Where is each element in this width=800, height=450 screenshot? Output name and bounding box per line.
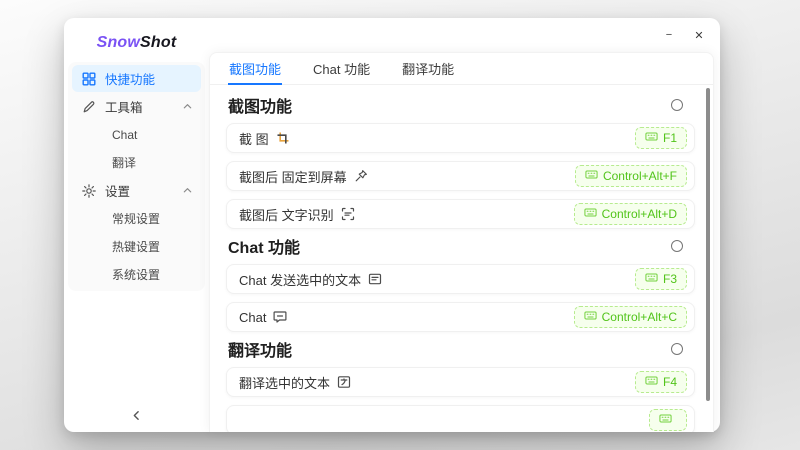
- pin-icon: [354, 169, 368, 183]
- chevron-up-icon: [182, 185, 193, 196]
- hotkey-badge[interactable]: [649, 409, 687, 431]
- keyboard-icon: [645, 374, 658, 390]
- main-panel: 截图功能 Chat 功能 翻译功能 截图功能 截 图 F1 截图后 固定到屏幕: [209, 52, 714, 432]
- sidebar-item-label: 快捷功能: [105, 69, 155, 88]
- tab-bar: 截图功能 Chat 功能 翻译功能: [210, 53, 713, 85]
- grid-icon: [82, 72, 96, 86]
- sidebar-item-system-settings[interactable]: 系统设置: [72, 261, 201, 288]
- sidebar-item-label: 工具箱: [105, 97, 143, 116]
- screenshot-crop-icon: [276, 131, 290, 145]
- sidebar-item-shortcuts[interactable]: 快捷功能: [72, 65, 201, 92]
- tab-screenshot[interactable]: 截图功能: [228, 59, 282, 85]
- message-text-icon: [368, 272, 382, 286]
- keyboard-icon: [645, 271, 658, 287]
- hotkey-row-screenshot[interactable]: 截 图 F1: [226, 123, 695, 153]
- tab-translate[interactable]: 翻译功能: [401, 59, 455, 85]
- hotkey-row-label: 翻译选中的文本: [239, 373, 330, 392]
- hotkey-row-label: 截 图: [239, 129, 269, 148]
- hotkey-text: F4: [663, 375, 677, 389]
- close-button[interactable]: ✕: [688, 25, 710, 45]
- sidebar: SnowShot 快捷功能 工具箱 Chat 翻译 设置: [64, 18, 209, 432]
- hotkey-row-translate-selected[interactable]: 翻译选中的文本 F4: [226, 367, 695, 397]
- hotkey-row-label: 截图后 文字识别: [239, 205, 334, 224]
- hotkey-row-fix-to-screen[interactable]: 截图后 固定到屏幕 Control+Alt+F: [226, 161, 695, 191]
- sidebar-item-label: Chat: [112, 128, 137, 142]
- hotkey-row-label: Chat 发送选中的文本: [239, 270, 361, 289]
- gear-icon: [82, 184, 96, 198]
- pen-icon: [82, 100, 96, 114]
- keyboard-icon: [585, 168, 598, 184]
- sidebar-item-label: 常规设置: [112, 210, 160, 227]
- section-title: 翻译功能: [228, 337, 292, 361]
- tab-chat[interactable]: Chat 功能: [312, 59, 371, 85]
- hotkey-row-label: 截图后 固定到屏幕: [239, 167, 347, 186]
- hotkey-row-label: Chat: [239, 310, 266, 325]
- sidebar-item-settings[interactable]: 设置: [72, 177, 201, 204]
- hotkey-row-partial[interactable]: [226, 405, 695, 432]
- hotkey-text: F3: [663, 272, 677, 286]
- keyboard-icon: [659, 412, 672, 428]
- hotkey-badge[interactable]: Control+Alt+C: [574, 306, 687, 328]
- sidebar-item-chat[interactable]: Chat: [72, 121, 201, 148]
- keyboard-icon: [584, 309, 597, 325]
- section-help-icon[interactable]: [671, 240, 683, 252]
- chat-bubble-icon: [273, 310, 287, 324]
- sidebar-menu: 快捷功能 工具箱 Chat 翻译 设置 常规设置 热键设置: [68, 62, 205, 291]
- section-header-chat: Chat 功能: [228, 237, 683, 255]
- hotkey-text: F1: [663, 131, 677, 145]
- titlebar-controls: − ✕: [658, 25, 710, 45]
- hotkey-text: Control+Alt+D: [602, 207, 677, 221]
- hotkey-badge[interactable]: F1: [635, 127, 687, 149]
- sidebar-collapse-button[interactable]: [64, 409, 209, 422]
- sidebar-item-label: 热键设置: [112, 238, 160, 255]
- logo-text-shot: Shot: [140, 34, 176, 51]
- hotkey-text: Control+Alt+C: [602, 310, 677, 324]
- hotkey-content: 截图功能 截 图 F1 截图后 固定到屏幕 Control+Alt+F: [210, 96, 713, 432]
- keyboard-icon: [584, 206, 597, 222]
- section-title: 截图功能: [228, 93, 292, 117]
- hotkey-row-ocr[interactable]: 截图后 文字识别 Control+Alt+D: [226, 199, 695, 229]
- vertical-scrollbar[interactable]: [706, 88, 710, 401]
- sidebar-item-label: 设置: [105, 181, 130, 200]
- section-title: Chat 功能: [228, 234, 300, 258]
- hotkey-badge[interactable]: Control+Alt+D: [574, 203, 687, 225]
- hotkey-row-chat-send-selected[interactable]: Chat 发送选中的文本 F3: [226, 264, 695, 294]
- section-header-translate: 翻译功能: [228, 340, 683, 358]
- hotkey-row-chat[interactable]: Chat Control+Alt+C: [226, 302, 695, 332]
- hotkey-badge[interactable]: F4: [635, 371, 687, 393]
- translate-icon: [337, 375, 351, 389]
- logo-text-snow: Snow: [97, 34, 140, 51]
- sidebar-item-general-settings[interactable]: 常规设置: [72, 205, 201, 232]
- sidebar-item-translate[interactable]: 翻译: [72, 149, 201, 176]
- section-header-screenshot: 截图功能: [228, 96, 683, 114]
- sidebar-item-label: 翻译: [112, 154, 136, 171]
- hotkey-badge[interactable]: F3: [635, 268, 687, 290]
- app-window: − ✕ SnowShot 快捷功能 工具箱 Chat 翻译: [64, 18, 720, 432]
- hotkey-text: Control+Alt+F: [603, 169, 677, 183]
- section-help-icon[interactable]: [671, 99, 683, 111]
- app-logo: SnowShot: [64, 34, 209, 52]
- chevron-up-icon: [182, 101, 193, 112]
- chevron-left-icon: [130, 409, 143, 422]
- section-help-icon[interactable]: [671, 343, 683, 355]
- sidebar-item-hotkey-settings[interactable]: 热键设置: [72, 233, 201, 260]
- sidebar-item-toolbox[interactable]: 工具箱: [72, 93, 201, 120]
- ocr-scan-icon: [341, 207, 355, 221]
- sidebar-item-label: 系统设置: [112, 266, 160, 283]
- keyboard-icon: [645, 130, 658, 146]
- minimize-button[interactable]: −: [658, 25, 680, 45]
- hotkey-badge[interactable]: Control+Alt+F: [575, 165, 687, 187]
